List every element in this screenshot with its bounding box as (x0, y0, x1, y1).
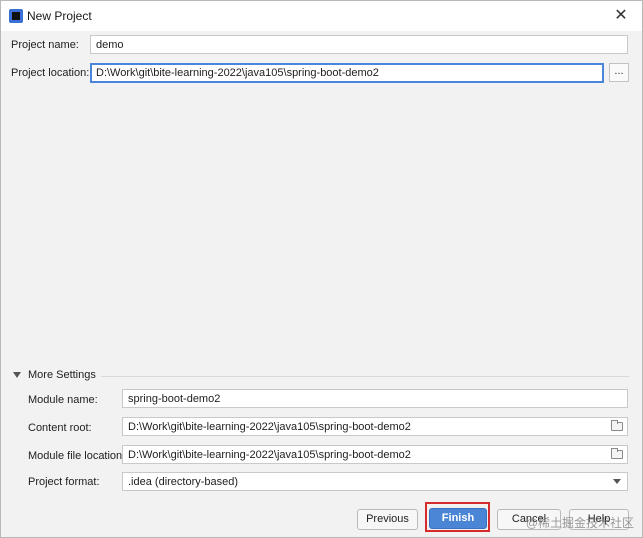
content-root-input[interactable]: D:\Work\git\bite-learning-2022\java105\s… (122, 417, 628, 436)
module-file-location-value: D:\Work\git\bite-learning-2022\java105\s… (128, 449, 411, 461)
project-format-label: Project format: (28, 476, 100, 488)
browse-location-button[interactable]: ... (609, 63, 629, 82)
module-file-location-label: Module file location: (28, 450, 126, 462)
new-project-dialog: New Project ✕ Project name: demo Project… (0, 0, 643, 538)
project-name-input[interactable]: demo (90, 35, 628, 54)
finish-highlight-annotation (425, 502, 490, 532)
project-name-label: Project name: (11, 39, 79, 51)
module-name-input[interactable]: spring-boot-demo2 (122, 389, 628, 408)
triangle-down-icon (13, 372, 21, 378)
close-button[interactable]: ✕ (612, 7, 630, 25)
intellij-icon (9, 9, 23, 23)
folder-icon[interactable] (611, 448, 623, 459)
window-title: New Project (27, 9, 92, 23)
module-name-label: Module name: (28, 394, 98, 406)
project-format-select[interactable]: .idea (directory-based) (122, 472, 628, 491)
module-file-location-input[interactable]: D:\Work\git\bite-learning-2022\java105\s… (122, 445, 628, 464)
project-format-value: .idea (directory-based) (128, 476, 239, 488)
more-settings-divider (101, 376, 629, 377)
previous-button[interactable]: Previous (357, 509, 418, 530)
title-bar: New Project ✕ (1, 1, 642, 31)
chevron-down-icon (613, 479, 621, 484)
project-location-input[interactable]: D:\Work\git\bite-learning-2022\java105\s… (90, 63, 604, 83)
more-settings-label: More Settings (28, 369, 96, 381)
content-root-value: D:\Work\git\bite-learning-2022\java105\s… (128, 421, 411, 433)
content-root-label: Content root: (28, 422, 92, 434)
watermark: @稀土掘金技术社区 (525, 516, 634, 530)
project-location-label: Project location: (11, 67, 90, 79)
folder-icon[interactable] (611, 420, 623, 431)
